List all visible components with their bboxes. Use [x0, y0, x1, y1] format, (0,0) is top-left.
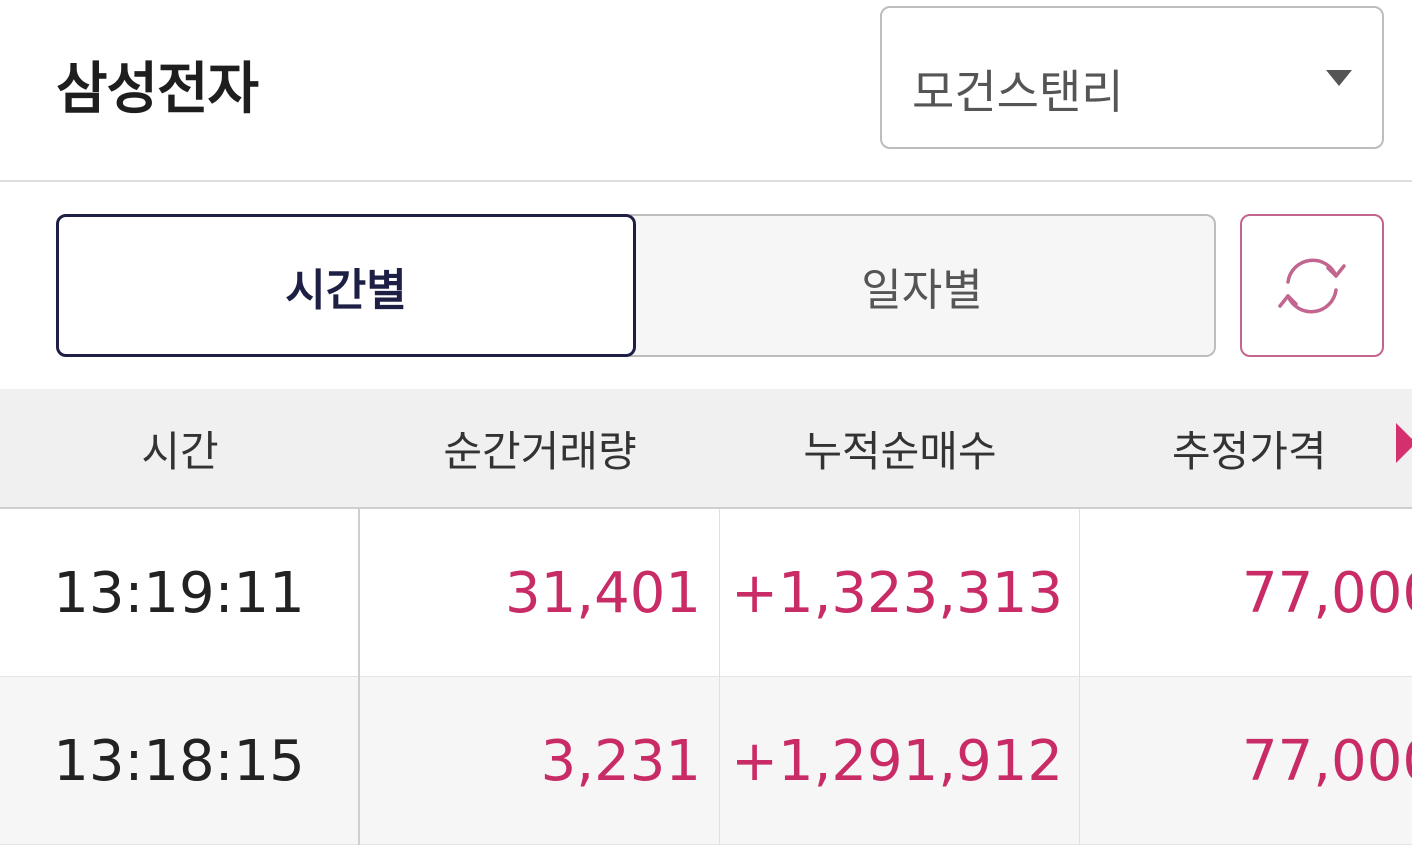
broker-select-value: 모건스탠리	[912, 65, 1124, 119]
broker-select-dropdown[interactable]: 모건스탠리	[880, 6, 1384, 149]
column-header-cumulative-net-buy: 누적순매수	[803, 426, 997, 476]
cell-cumulative-net-buy: +1,291,912	[720, 677, 1080, 845]
top-bar: 삼성전자 모건스탠리	[0, 0, 1412, 182]
cell-time: 13:19:11	[0, 509, 360, 677]
column-header-estimated-price: 추정가격	[1172, 426, 1327, 476]
cell-estimated-price: 77,000	[1242, 560, 1412, 626]
cell-estimated-price: 77,000	[1242, 728, 1412, 794]
cell-instant-volume: 3,231	[360, 677, 720, 845]
tab-by-day-label: 일자별	[861, 264, 983, 316]
refresh-icon	[1278, 258, 1346, 313]
cell-cumulative-net-buy: +1,323,313	[720, 509, 1080, 677]
cell-time: 13:18:15	[0, 677, 360, 845]
column-header-time: 시간	[141, 426, 219, 476]
table-row: 13:19:11 31,401 +1,323,313 77,000	[0, 509, 1412, 677]
table-row: 13:18:15 3,231 +1,291,912 77,000	[0, 677, 1412, 845]
cell-instant-volume: 31,401	[360, 509, 720, 677]
refresh-button[interactable]	[1240, 214, 1384, 357]
stock-name-title: 삼성전자	[56, 57, 259, 122]
scroll-right-arrow-icon[interactable]	[1396, 423, 1412, 463]
tab-by-day[interactable]: 일자별	[630, 214, 1216, 357]
column-header-instant-volume: 순간거래량	[443, 426, 637, 476]
tab-by-time-label: 시간별	[285, 264, 407, 316]
tab-by-time[interactable]: 시간별	[56, 214, 636, 357]
table-header: 시간 순간거래량 누적순매수 추정가격	[0, 389, 1412, 509]
chevron-down-icon	[1326, 70, 1352, 86]
